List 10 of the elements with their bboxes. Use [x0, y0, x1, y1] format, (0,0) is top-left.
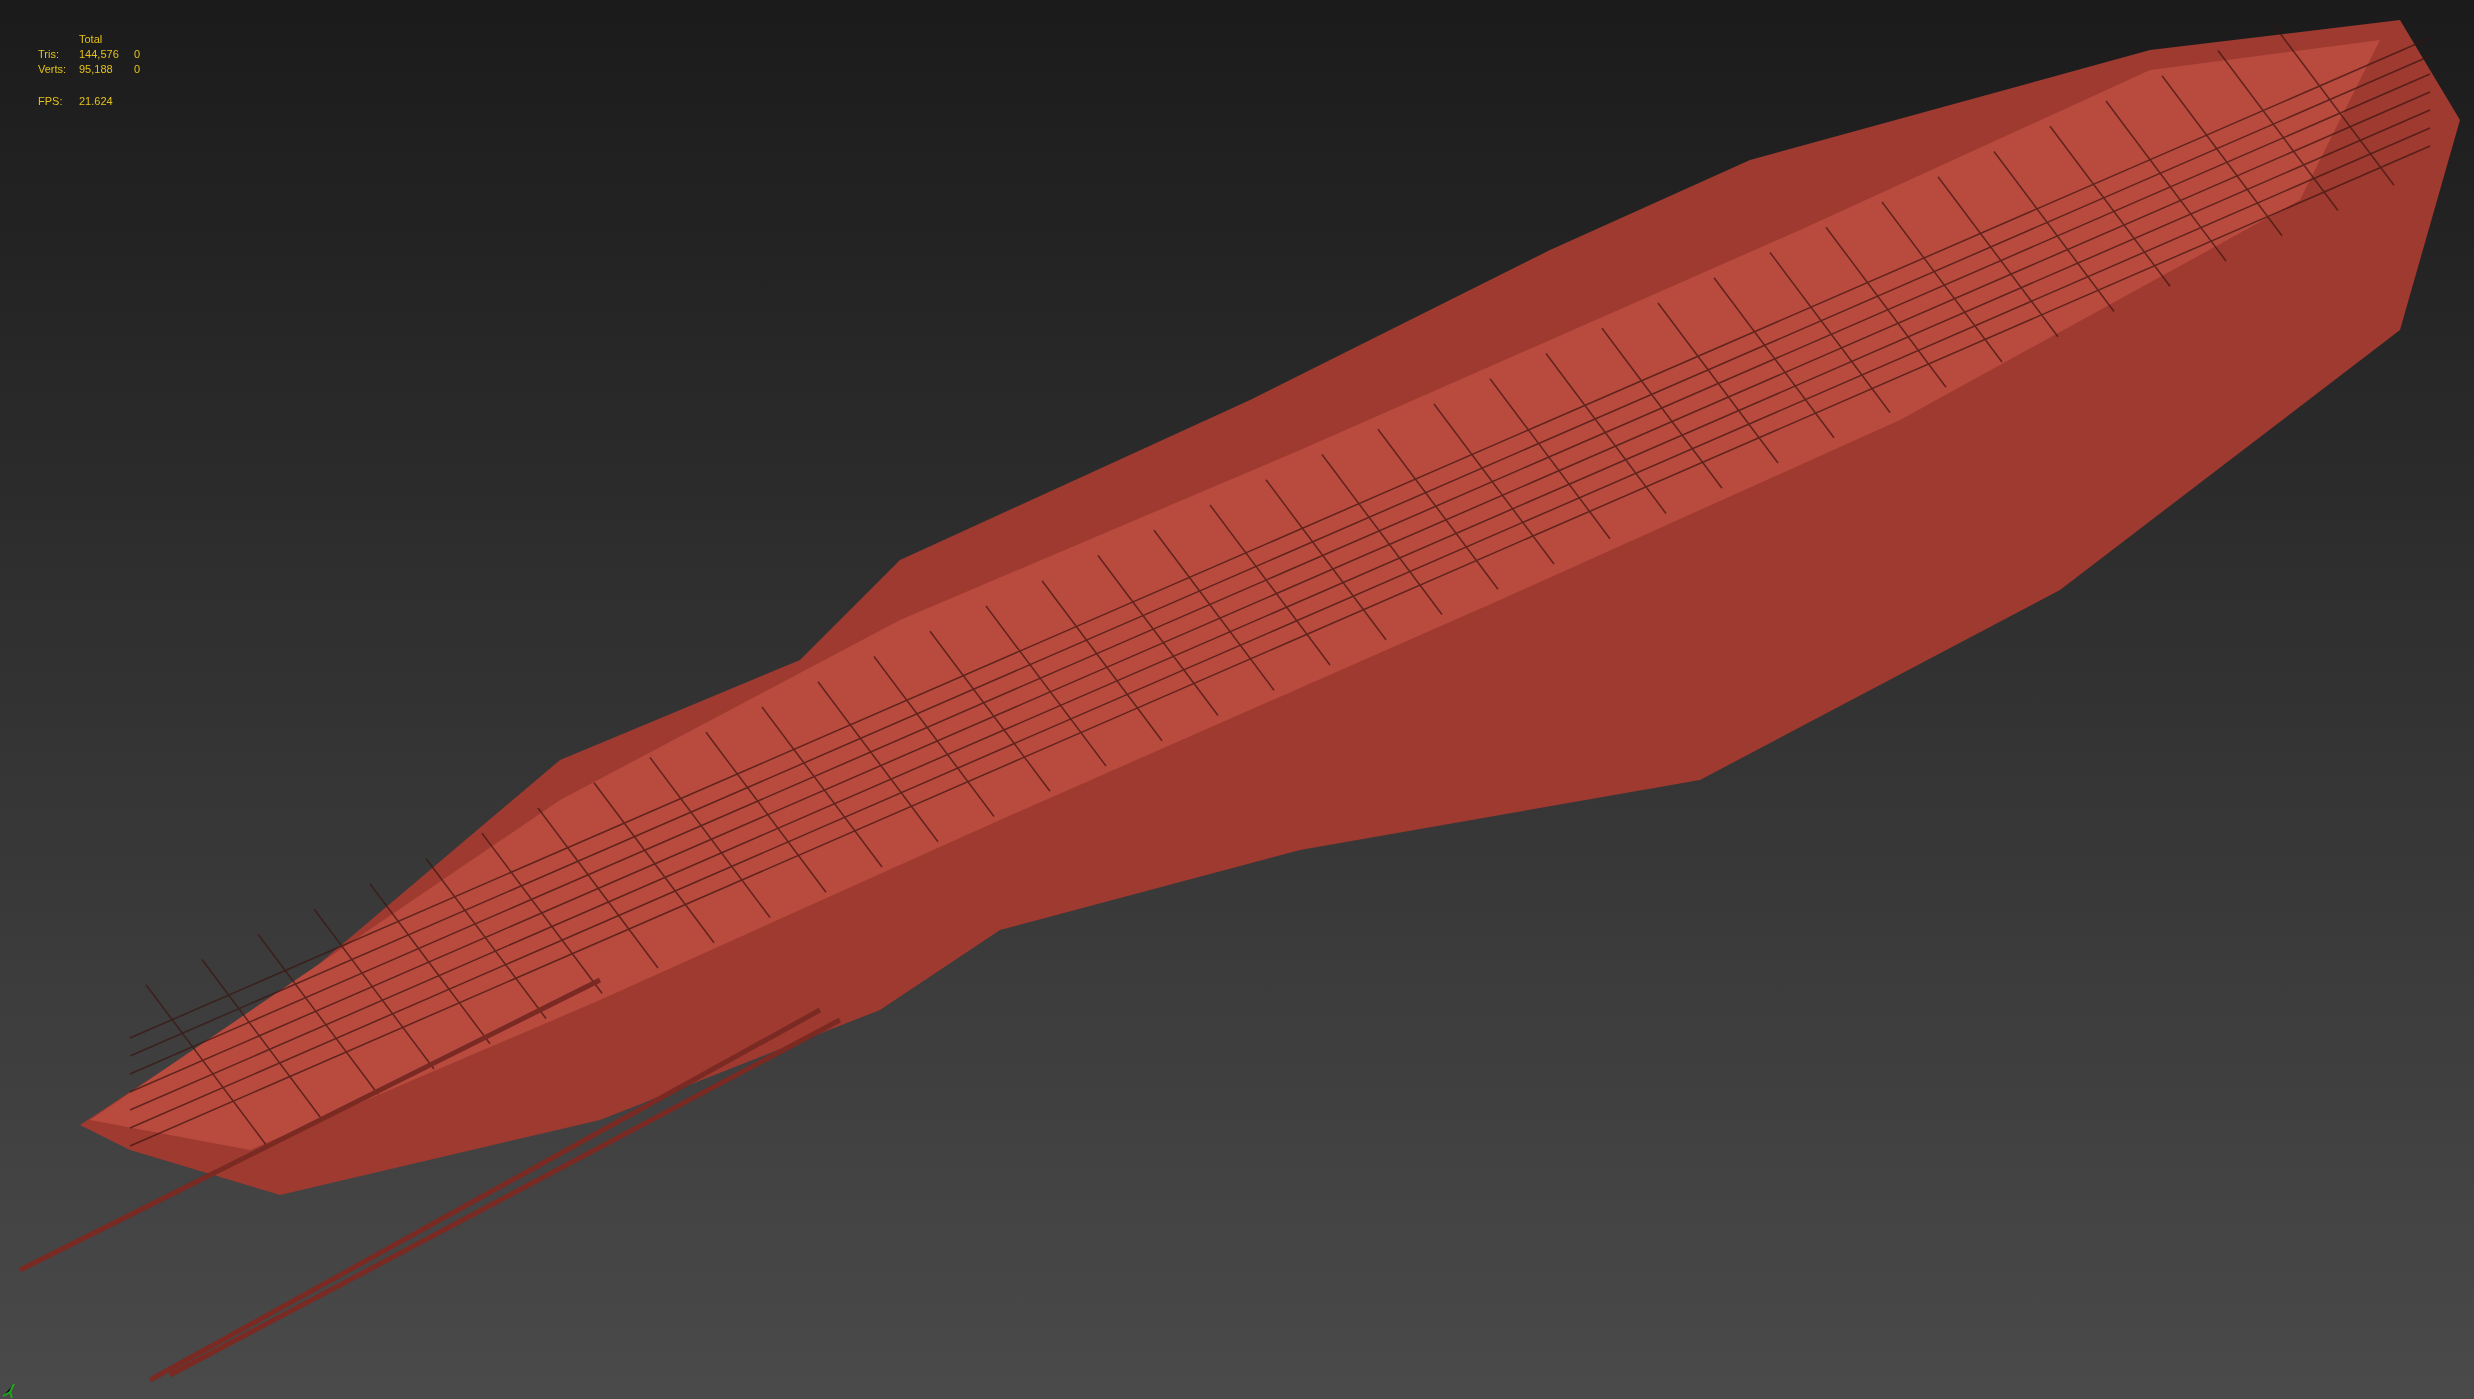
stats-label: Verts:	[38, 63, 68, 75]
fps-value: 21.624	[79, 95, 114, 107]
fps-label: FPS:	[38, 95, 64, 107]
stats-label: Tris:	[38, 48, 60, 60]
stats-total-value: 144,576	[79, 48, 120, 60]
axis-gizmo-icon	[2, 1383, 15, 1399]
stats-selected-value: 0	[134, 48, 141, 60]
stats-total-value: 95,188	[79, 63, 114, 75]
stats-selected-value: 0	[134, 63, 141, 75]
stats-header: Total	[79, 33, 104, 45]
